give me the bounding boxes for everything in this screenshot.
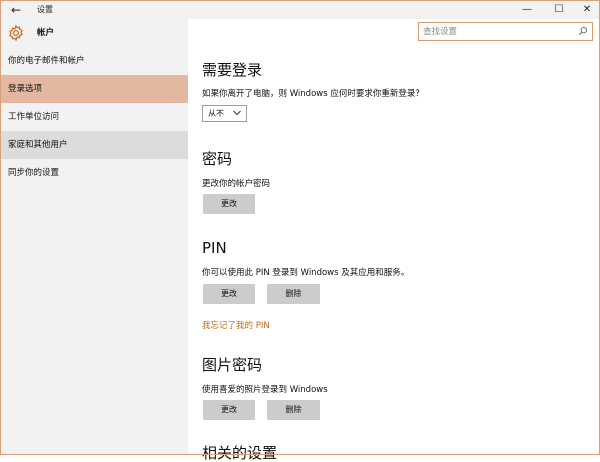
pin-title: PIN xyxy=(202,239,227,257)
pin-description: 你可以使用此 PIN 登录到 Windows 及其应用和服务。 xyxy=(202,268,410,278)
sidebar-item-family-other-users[interactable]: 家庭和其他用户 xyxy=(1,131,188,159)
sidebar-header: 帐户 xyxy=(1,19,188,47)
sidebar-item-sync-settings[interactable]: 同步你的设置 xyxy=(1,159,188,187)
pin-remove-button[interactable]: 删除 xyxy=(267,284,320,304)
sidebar: 帐户 你的电子邮件和帐户 登录选项 工作单位访问 家庭和其他用户 同步你的设置 xyxy=(1,19,188,454)
sidebar-item-signin-options[interactable]: 登录选项 xyxy=(1,75,188,103)
signin-required-title: 需要登录 xyxy=(202,61,263,79)
dropdown-value: 从不 xyxy=(208,109,224,118)
picture-password-description: 使用喜爱的照片登录到 Windows xyxy=(202,385,328,395)
signin-required-description: 如果你离开了电脑，则 Windows 应何时要求你重新登录？ xyxy=(202,89,424,99)
sidebar-item-email-accounts[interactable]: 你的电子邮件和帐户 xyxy=(1,47,188,75)
pin-change-button[interactable]: 更改 xyxy=(203,284,255,304)
password-description: 更改你的帐户密码 xyxy=(202,179,271,189)
window-title: 设置 xyxy=(37,5,53,14)
picture-password-remove-button[interactable]: 删除 xyxy=(267,400,320,420)
signin-required-dropdown[interactable]: 从不 xyxy=(202,105,247,122)
sidebar-item-work-access[interactable]: 工作单位访问 xyxy=(1,103,188,131)
minimize-button[interactable]: — xyxy=(513,1,541,19)
back-arrow-icon[interactable]: ← xyxy=(9,1,23,19)
related-settings-title: 相关的设置 xyxy=(202,444,278,462)
gear-icon xyxy=(9,24,23,42)
close-button[interactable]: ✕ xyxy=(573,1,600,19)
forgot-pin-link[interactable]: 我忘记了我的 PIN xyxy=(202,320,270,332)
sidebar-header-label: 帐户 xyxy=(37,28,55,38)
title-bar: ← 设置 — ☐ ✕ xyxy=(1,1,599,19)
chevron-down-icon xyxy=(233,110,241,116)
password-title: 密码 xyxy=(202,150,233,168)
picture-password-title: 图片密码 xyxy=(202,356,263,374)
picture-password-change-button[interactable]: 更改 xyxy=(203,400,255,420)
maximize-button[interactable]: ☐ xyxy=(545,1,573,19)
main-content: 需要登录 如果你离开了电脑，则 Windows 应何时要求你重新登录？ 从不 密… xyxy=(188,19,599,462)
password-change-button[interactable]: 更改 xyxy=(203,194,255,214)
